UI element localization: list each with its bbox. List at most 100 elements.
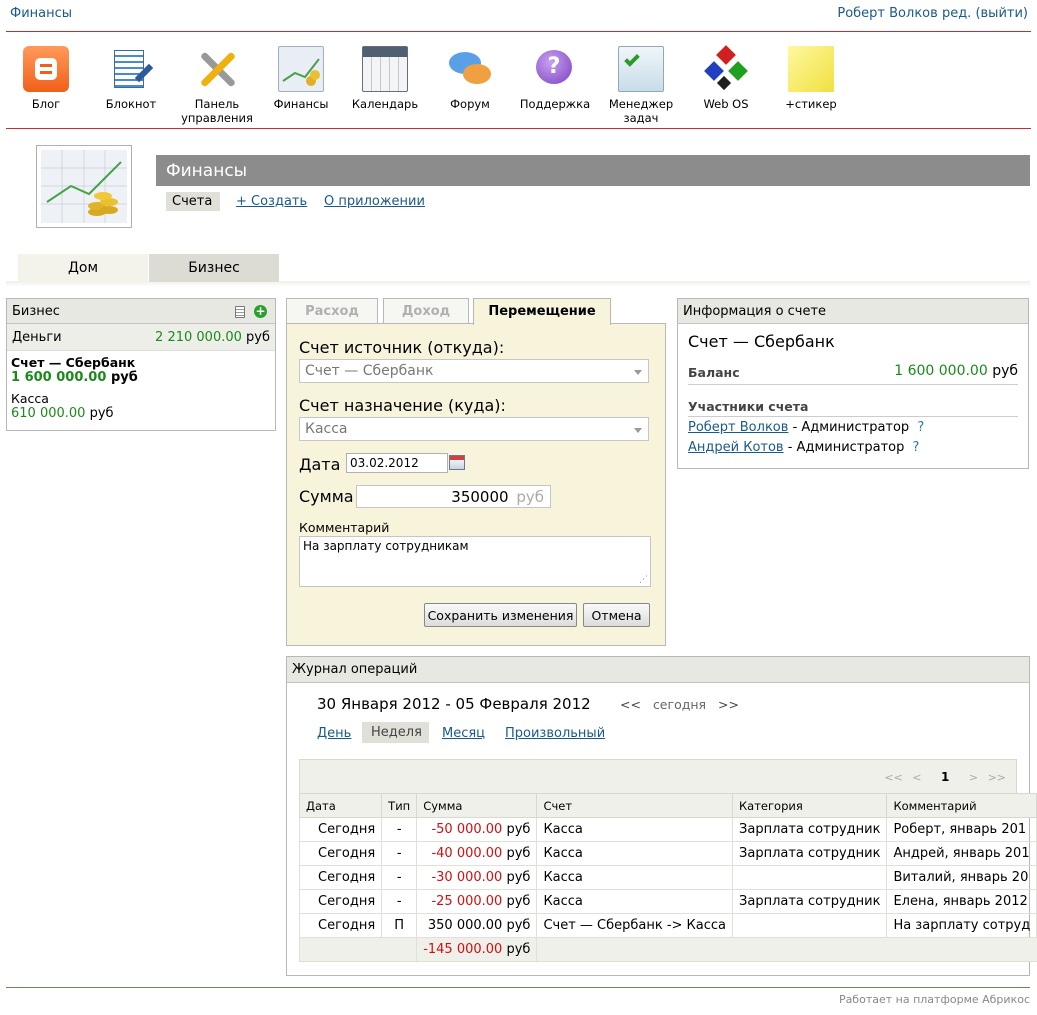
app-label: Финансы bbox=[273, 97, 329, 111]
pager-prev[interactable]: < bbox=[912, 771, 921, 784]
member-link[interactable]: Андрей Котов bbox=[688, 440, 784, 455]
account-currency: руб bbox=[89, 406, 114, 421]
tab-transfer[interactable]: Перемещение bbox=[473, 298, 611, 325]
table-row[interactable]: Сегодня - -25 000.00 руб Касса Зарплата … bbox=[298, 889, 1037, 914]
range-day[interactable]: День bbox=[317, 726, 351, 741]
app-label: Панель управления bbox=[181, 97, 253, 125]
member-row: Андрей Котов - Администратор ? bbox=[688, 440, 1018, 455]
create-link[interactable]: + Создать bbox=[236, 194, 307, 209]
cell-category bbox=[732, 913, 888, 938]
period-next-link[interactable]: >> bbox=[718, 697, 739, 712]
cell-category: Зарплата сотрудник bbox=[732, 817, 888, 842]
period-today-link[interactable]: сегодня bbox=[653, 697, 706, 712]
tab-expense[interactable]: Расход bbox=[286, 298, 378, 324]
cell-comment: Андрей, январь 201 bbox=[886, 841, 1037, 866]
sum-label: Сумма bbox=[299, 487, 354, 506]
app-label: Форум bbox=[450, 97, 490, 111]
web-os-icon bbox=[703, 45, 749, 92]
app-notepad[interactable]: Блокнот bbox=[90, 46, 172, 111]
comment-textarea[interactable]: На зарплату сотрудникам ⋰ bbox=[299, 536, 651, 587]
range-custom[interactable]: Произвольный bbox=[505, 726, 605, 741]
cell-currency: руб bbox=[506, 894, 531, 909]
user-name[interactable]: Роберт Волков bbox=[837, 6, 937, 21]
app-support[interactable]: ? Поддержка bbox=[514, 46, 596, 111]
add-account-icon[interactable]: + bbox=[254, 305, 267, 318]
resize-handle-icon[interactable]: ⋰ bbox=[639, 575, 648, 585]
account-info-panel: Информация о счете Счет — Сбербанк Балан… bbox=[677, 298, 1029, 469]
table-row[interactable]: Сегодня - -40 000.00 руб Касса Зарплата … bbox=[298, 841, 1037, 866]
cell-amount: -40 000.00 bbox=[431, 846, 503, 861]
help-icon[interactable]: ? bbox=[913, 440, 920, 455]
task-manager-icon bbox=[618, 46, 664, 92]
money-currency: руб bbox=[246, 330, 270, 345]
period-nav: << сегодня >> bbox=[620, 697, 739, 712]
app-calendar[interactable]: Календарь bbox=[344, 46, 426, 111]
dest-account-select[interactable]: Касса bbox=[299, 417, 649, 441]
save-button[interactable]: Сохранить изменения bbox=[424, 603, 577, 627]
calendar-icon bbox=[362, 46, 408, 92]
accounts-panel: Бизнес + Деньги 2 210 000.00 руб Счет — … bbox=[6, 298, 276, 431]
col-category: Категория bbox=[732, 793, 888, 818]
date-input[interactable] bbox=[346, 453, 448, 473]
help-icon[interactable]: ? bbox=[917, 420, 924, 435]
app-title: Финансы bbox=[156, 155, 1030, 186]
cell-amount: -25 000.00 bbox=[431, 894, 503, 909]
notes-icon[interactable] bbox=[235, 306, 245, 318]
account-item-kassa[interactable]: Касса 610 000.00 руб bbox=[11, 391, 271, 421]
source-account-label: Счет источник (откуда): bbox=[299, 338, 505, 357]
period-prev-link[interactable]: << bbox=[620, 697, 641, 712]
cell-type: - bbox=[381, 889, 418, 914]
app-forum[interactable]: Форум bbox=[429, 46, 511, 111]
logout-link[interactable]: (выйти) bbox=[975, 6, 1028, 21]
source-account-select[interactable]: Счет — Сбербанк bbox=[299, 359, 649, 383]
tab-income[interactable]: Доход bbox=[383, 298, 469, 324]
pager-next[interactable]: > bbox=[969, 771, 978, 784]
member-role: - Администратор bbox=[792, 420, 910, 435]
account-name[interactable]: Касса bbox=[11, 391, 271, 406]
member-link[interactable]: Роберт Волков bbox=[688, 420, 788, 435]
app-control-panel[interactable]: Панель управления bbox=[176, 46, 258, 125]
account-item-sberbank[interactable]: Счет — Сбербанк 1 600 000.00 руб bbox=[11, 355, 271, 385]
site-title[interactable]: Финансы bbox=[10, 6, 72, 21]
cell-type: - bbox=[381, 841, 418, 866]
app-web-os[interactable]: Web OS bbox=[685, 45, 767, 111]
cell-currency: руб bbox=[506, 918, 531, 933]
cell-category: Зарплата сотрудник bbox=[732, 841, 888, 866]
range-week[interactable]: Неделя bbox=[362, 722, 429, 743]
support-icon: ? bbox=[532, 46, 578, 92]
tab-accounts[interactable]: Счета bbox=[166, 192, 220, 211]
comment-label: Комментарий bbox=[299, 520, 390, 535]
tab-home[interactable]: Дом bbox=[18, 254, 148, 282]
app-finance[interactable]: Финансы bbox=[260, 46, 342, 111]
dest-account-value: Касса bbox=[305, 421, 348, 437]
total-currency: руб bbox=[506, 942, 531, 957]
pager-last[interactable]: >> bbox=[988, 771, 1006, 784]
cell-type: - bbox=[381, 865, 418, 890]
cell-type: П bbox=[381, 913, 418, 938]
col-account: Счет bbox=[536, 793, 734, 818]
operations-table: Дата Тип Сумма Счет Категория Комментари… bbox=[298, 793, 1037, 962]
table-row[interactable]: Сегодня П 350 000.00 руб Счет — Сбербанк… bbox=[298, 913, 1037, 938]
sum-value: 350000 bbox=[451, 488, 509, 506]
cell-date: Сегодня bbox=[298, 841, 383, 866]
app-task-manager[interactable]: Менеджер задач bbox=[600, 46, 682, 125]
table-row[interactable]: Сегодня - -50 000.00 руб Касса Зарплата … bbox=[298, 817, 1037, 842]
about-link[interactable]: О приложении bbox=[324, 194, 425, 209]
app-label: Web OS bbox=[703, 97, 749, 111]
table-row[interactable]: Сегодня - -30 000.00 руб Касса Виталий, … bbox=[298, 865, 1037, 890]
col-comment: Комментарий bbox=[886, 793, 1037, 818]
cell-category bbox=[732, 865, 888, 890]
dest-account-label: Счет назначение (куда): bbox=[299, 396, 506, 415]
pager-current[interactable]: 1 bbox=[941, 770, 949, 784]
pager-first[interactable]: << bbox=[884, 771, 902, 784]
account-name[interactable]: Счет — Сбербанк bbox=[11, 355, 271, 370]
app-blog[interactable]: Блог bbox=[5, 46, 87, 111]
calendar-picker-icon[interactable] bbox=[449, 455, 465, 470]
tab-business[interactable]: Бизнес bbox=[149, 254, 279, 282]
sum-input[interactable]: 350000 руб bbox=[356, 485, 551, 508]
range-month[interactable]: Месяц bbox=[442, 726, 485, 741]
app-sticker[interactable]: +стикер bbox=[770, 46, 852, 111]
source-account-value: Счет — Сбербанк bbox=[305, 363, 434, 379]
cancel-button[interactable]: Отмена bbox=[583, 603, 650, 627]
journal-title: Журнал операций bbox=[287, 657, 1029, 683]
